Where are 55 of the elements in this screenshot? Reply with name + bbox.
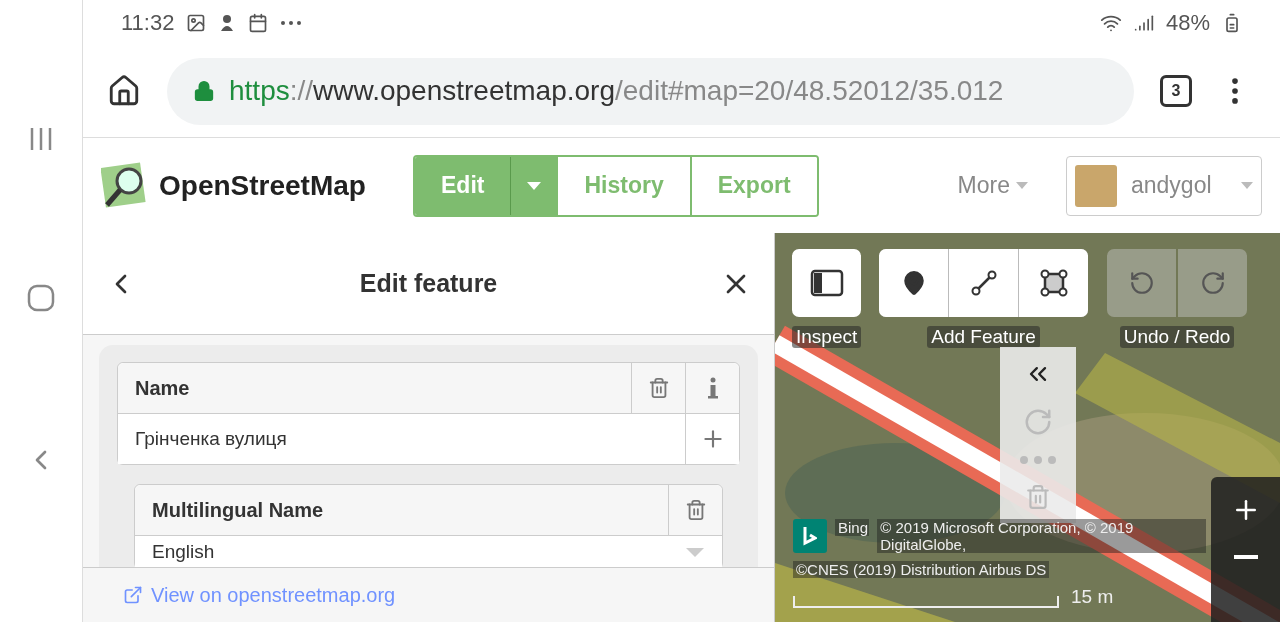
caret-icon <box>526 181 541 190</box>
add-point-button[interactable] <box>879 249 948 317</box>
imagery-provider: Bing <box>835 519 870 536</box>
redo-button[interactable] <box>1178 249 1247 317</box>
nav-tab[interactable]: Edit <box>415 156 511 215</box>
panel-icon <box>809 269 844 297</box>
user-menu[interactable]: andygol <box>1066 155 1262 216</box>
attribution-text: © 2019 Microsoft Corporation, © 2019 DigitalGlobe, <box>877 519 1206 553</box>
add-line-button[interactable] <box>949 249 1018 317</box>
recent-apps-icon[interactable] <box>28 126 54 152</box>
calendar-icon <box>248 12 269 33</box>
tool-label: Undo / Redo <box>1119 326 1235 348</box>
tool-label: Inspect <box>792 326 862 348</box>
nav-tab[interactable]: Export <box>689 156 817 215</box>
caret-icon <box>1016 182 1028 189</box>
battery-percent: 48% <box>1165 9 1210 36</box>
more-dots-icon <box>280 19 303 26</box>
tab-count-button[interactable]: 3 <box>1160 75 1192 107</box>
trash-icon <box>647 377 670 399</box>
more-menu[interactable]: More <box>951 171 1034 200</box>
redo-icon <box>1199 270 1226 296</box>
line-icon <box>969 269 998 297</box>
lock-icon <box>193 80 215 102</box>
zoom-out-button[interactable] <box>1233 555 1258 559</box>
minus-icon <box>1233 555 1258 559</box>
info-icon <box>707 377 718 399</box>
caret-icon <box>686 547 704 557</box>
name-input[interactable]: Грінченка вулиця <box>118 414 685 464</box>
caret-icon <box>1241 182 1253 189</box>
avatar <box>1075 164 1117 207</box>
area-icon <box>1039 269 1068 297</box>
add-area-button[interactable] <box>1019 249 1088 317</box>
undo-button[interactable] <box>1107 249 1176 317</box>
site-logo-text: OpenStreetMap <box>159 169 366 202</box>
field-label: Name <box>134 375 191 401</box>
tool-label: Add Feature <box>927 326 1040 348</box>
attribution-text: ©CNES (2019) Distribution Airbus DS <box>793 561 1050 578</box>
dropdown-toggle[interactable] <box>510 156 557 215</box>
home-nav-icon[interactable] <box>27 284 55 312</box>
home-button[interactable] <box>107 74 141 108</box>
url-text: https://www.openstreetmap.org/edit#map=20/48.52012/35.012 <box>229 75 1004 107</box>
field-label: Multilingual Name <box>151 497 325 523</box>
undo-icon <box>1128 270 1155 296</box>
language-select[interactable]: English <box>135 536 686 567</box>
panel-title: Edit feature <box>359 269 498 298</box>
address-bar[interactable]: https://www.openstreetmap.org/edit#map=20/48.52012/35.012 <box>167 57 1134 125</box>
dots-icon[interactable] <box>1020 455 1056 466</box>
scale-text: 15 m <box>1071 586 1114 608</box>
clock-time: 11:32 <box>121 9 175 36</box>
trash-icon <box>684 499 707 521</box>
inspect-button[interactable] <box>792 249 862 317</box>
view-link[interactable]: View on openstreetmap.org <box>123 583 396 607</box>
image-icon <box>186 12 207 33</box>
external-link-icon <box>123 585 143 605</box>
bing-logo-icon <box>793 519 827 553</box>
